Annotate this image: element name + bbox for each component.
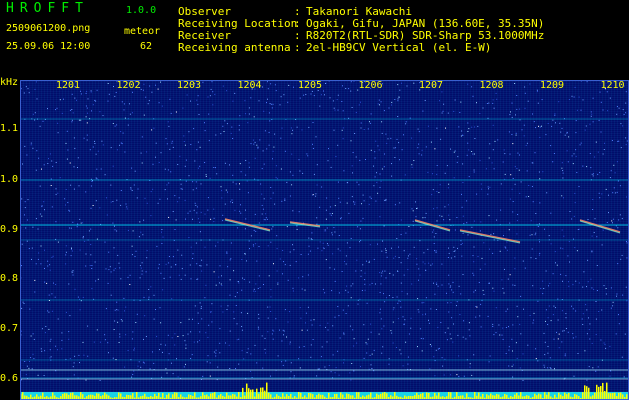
x-tick-label: 1206 [358, 80, 383, 91]
y-tick-label: 1.0 [0, 174, 19, 185]
y-axis-unit: kHz [0, 77, 19, 88]
x-tick-label: 1209 [539, 80, 565, 91]
meteor-echo-glow [579, 220, 621, 234]
timestamp: 25.09.06 12:00 [6, 41, 91, 52]
noise-speckle [20, 80, 629, 381]
x-tick-label: 1202 [116, 80, 141, 91]
y-tick-label: 1.1 [0, 123, 19, 134]
meteor-echo-glow [414, 220, 451, 232]
antenna-value: 2el-HB9CV Vertical (el. E-W) [306, 41, 492, 54]
app-title: HROFFT [6, 1, 89, 16]
header-panel: HROFFT 1.0.0 2509061200.png 25.09.06 12:… [0, 0, 629, 70]
y-tick-label: 0.8 [0, 273, 19, 284]
x-tick-label: 1203 [176, 80, 202, 91]
x-tick-label: 1201 [55, 80, 81, 91]
app-version: 1.0.0 [126, 5, 157, 16]
meteor-label: meteor [124, 26, 161, 37]
meteor-echo [579, 219, 621, 233]
y-tick-label: 0.7 [0, 323, 19, 334]
x-tick-label: 1208 [479, 80, 504, 91]
y-tick-label: 0.9 [0, 224, 19, 235]
meteor-count: 62 [140, 41, 153, 52]
file-name: 2509061200.png [6, 23, 91, 34]
x-tick-label: 1205 [297, 80, 323, 91]
antenna-label: Receiving antenna [178, 41, 291, 54]
x-tick-label: 1207 [418, 80, 444, 91]
x-tick-label: 1210 [600, 80, 625, 91]
antenna-separator: : [294, 41, 301, 54]
x-tick-label: 1204 [237, 80, 262, 91]
y-tick-label: 0.6 [0, 373, 19, 384]
spectrogram-waterfall [20, 80, 629, 400]
spectrogram-plot [20, 80, 629, 400]
meteor-echo-glow [459, 230, 521, 244]
